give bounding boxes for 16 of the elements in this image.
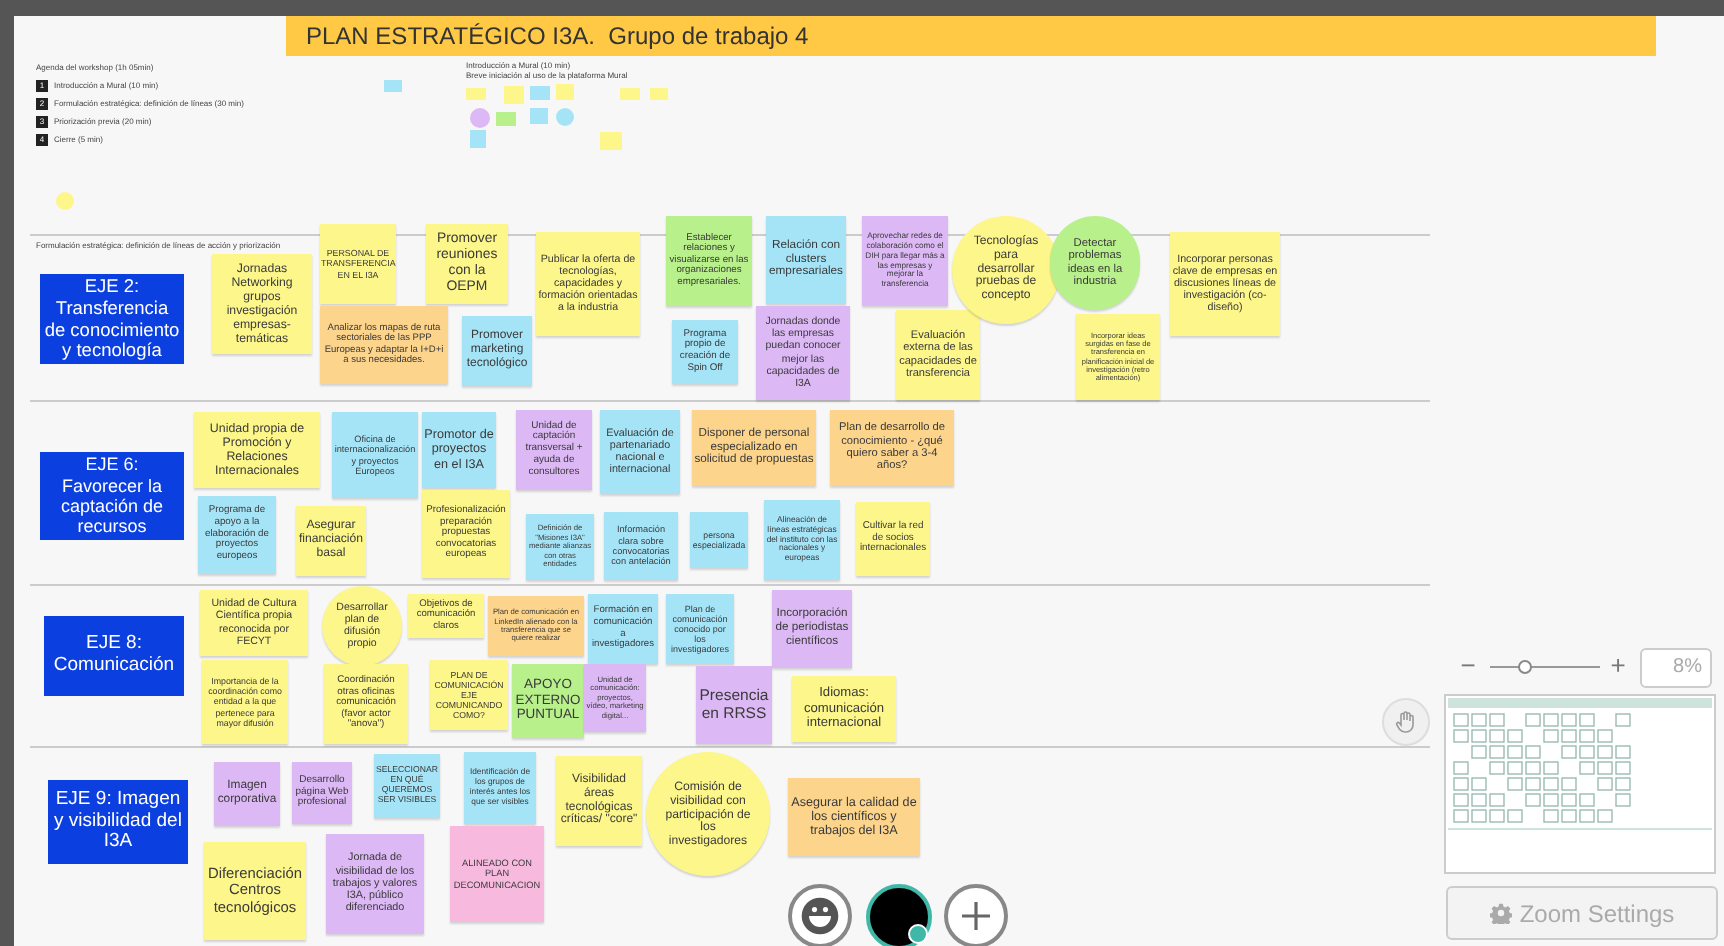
reaction-button[interactable] (788, 884, 852, 946)
avatar[interactable] (866, 884, 932, 946)
zoom-out-button[interactable]: − (1458, 654, 1478, 678)
board-title: PLAN ESTRATÉGICO I3A. Grupo de trabajo 4 (286, 16, 1656, 56)
zoom-percentage: 8% (1640, 648, 1712, 688)
axis-label: EJE 2: Transferencia de conocimiento y tecnología (40, 274, 184, 364)
add-button[interactable] (944, 884, 1008, 946)
axis-label: EJE 6: Favorecer la captación de recursos (40, 452, 184, 540)
axis-label: EJE 8: Comunicación (44, 616, 184, 696)
slider-thumb[interactable] (1517, 660, 1531, 674)
settings-icon (1489, 902, 1512, 924)
hand-icon (1394, 710, 1418, 734)
zoom-in-button[interactable]: + (1608, 654, 1628, 678)
axis-label: EJE 9: Imagen y visibilidad del I3A (48, 780, 188, 864)
smiley-icon (798, 894, 842, 938)
plus-icon (960, 900, 992, 932)
